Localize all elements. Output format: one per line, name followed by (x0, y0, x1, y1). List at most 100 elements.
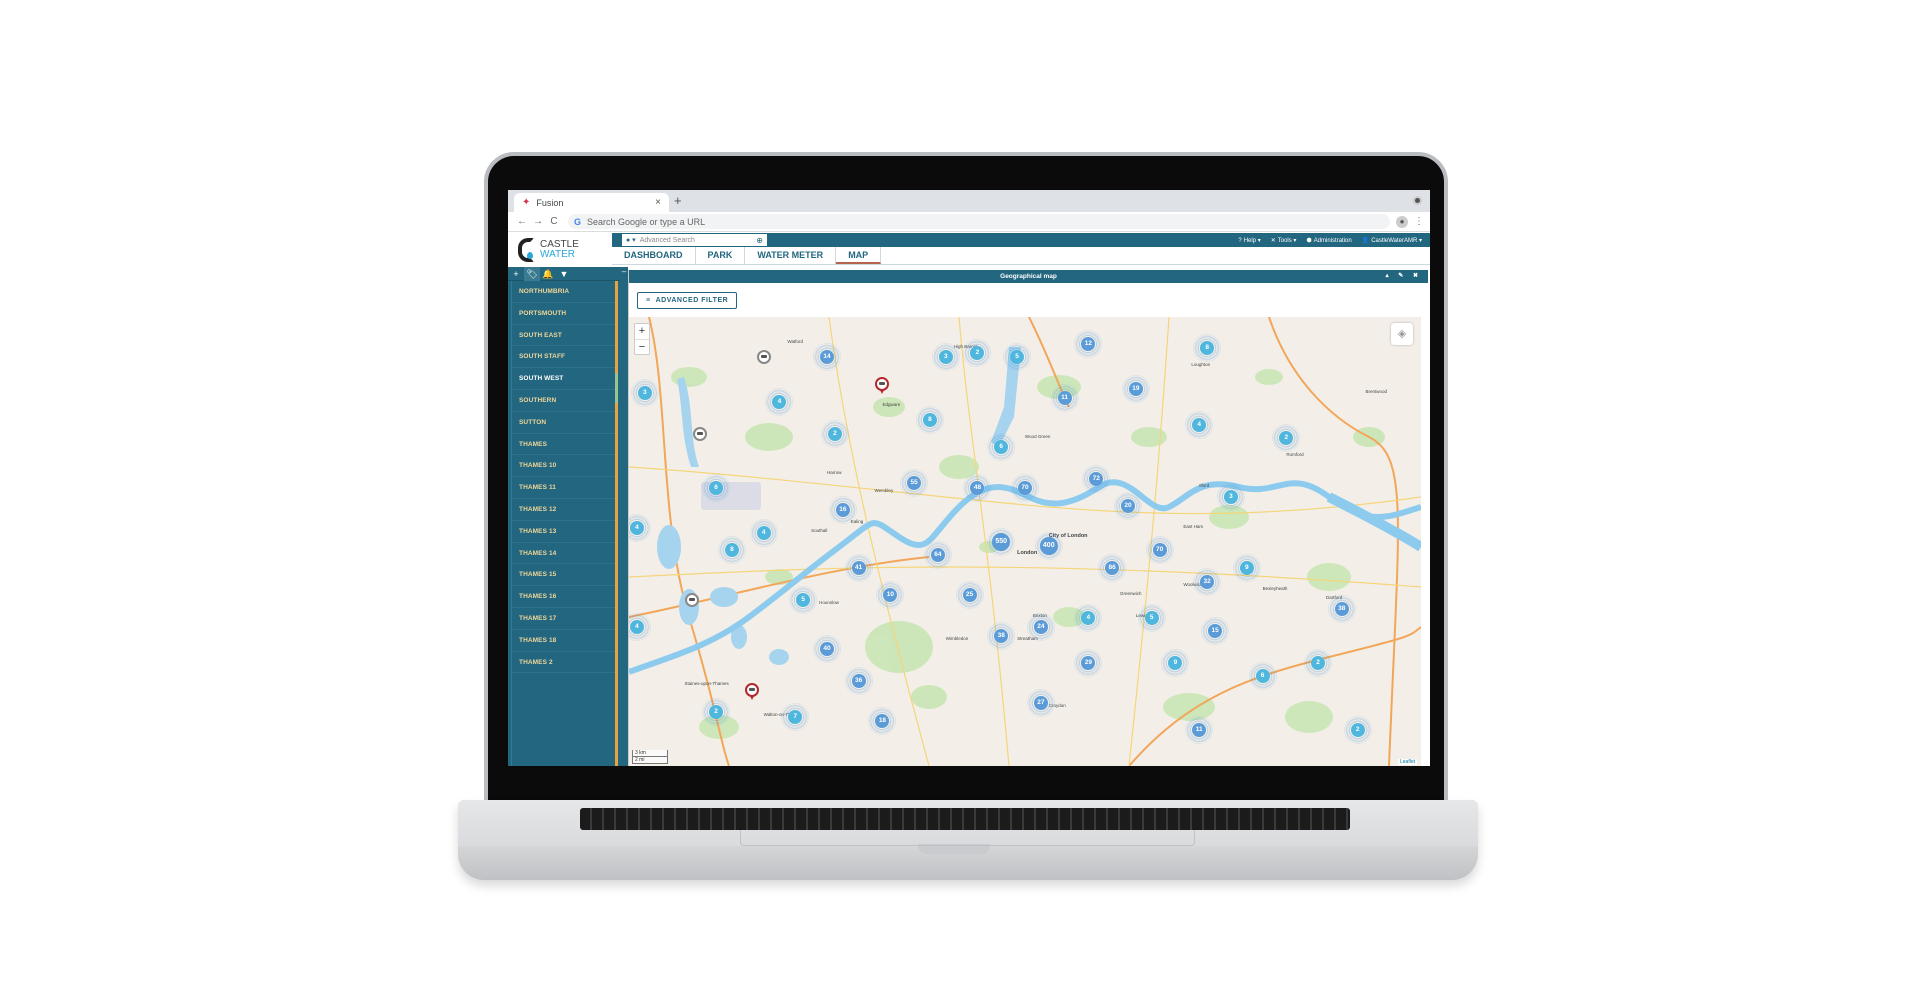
sidebar-scroll-thumb[interactable] (615, 373, 618, 403)
profile-icon[interactable]: ● (1396, 215, 1408, 228)
tag-dropdown-icon[interactable]: ● ▾ (626, 236, 636, 244)
sidebar-item[interactable]: THAMES 2 (512, 652, 615, 674)
map-cluster-marker[interactable]: 6 (1248, 662, 1277, 691)
map-cluster-marker[interactable]: 5 (1137, 603, 1166, 632)
map-place-label: Greenwich (1120, 590, 1142, 596)
map-cluster-marker[interactable]: 2 (820, 419, 849, 448)
browser-menu-icon[interactable]: ⋮ (1414, 216, 1424, 227)
map-cluster-marker[interactable]: 5 (789, 585, 818, 614)
map-cluster-marker[interactable]: 7 (781, 702, 810, 731)
sidebar-item[interactable]: SOUTH STAFF (512, 346, 615, 369)
map-canvas[interactable]: WatfordEdgwareHigh BarnetHarrowWembleySo… (629, 317, 1421, 766)
map-cluster-marker[interactable]: 6 (702, 473, 731, 502)
tab-map[interactable]: MAP (836, 247, 882, 264)
add-icon[interactable]: + (508, 267, 524, 281)
map-cluster-marker[interactable]: 41 (844, 554, 873, 583)
sidebar-item[interactable]: THAMES 15 (512, 564, 615, 587)
administration-menu[interactable]: ⬢ Administration (1306, 237, 1351, 244)
bell-icon[interactable]: 🔔 (540, 267, 556, 281)
map-cluster-marker[interactable]: 38 (1327, 594, 1356, 623)
map-cluster-marker[interactable]: 70 (1011, 473, 1039, 502)
sidebar-item[interactable]: THAMES 10 (512, 455, 615, 478)
map-cluster-marker[interactable]: 2 (1304, 648, 1333, 677)
address-bar-placeholder: Search Google or type a URL (587, 216, 706, 227)
meter-alert-pin-icon[interactable] (744, 682, 759, 700)
map-cluster-marker[interactable]: 72 (1082, 464, 1111, 493)
tab-water-meter[interactable]: WATER METER (745, 247, 837, 264)
user-menu[interactable]: 👤 CastleWaterAMR ▾ (1362, 237, 1422, 244)
cluster-count: 19 (1128, 381, 1143, 396)
map-place-label: London (1017, 550, 1038, 557)
map-cluster-marker[interactable]: 70 (1145, 536, 1174, 565)
sidebar-item[interactable]: THAMES 13 (512, 521, 615, 543)
sidebar-item[interactable]: THAMES 12 (512, 499, 615, 521)
layers-icon[interactable]: ◈ (1391, 323, 1413, 345)
map-cluster-marker[interactable]: 24 (1026, 612, 1055, 641)
sidebar-item[interactable]: SUTTON (512, 412, 615, 434)
sidebar-item[interactable]: THAMES 11 (512, 477, 615, 499)
new-tab-button[interactable]: + (674, 193, 682, 208)
cluster-count: 6 (1255, 669, 1270, 684)
back-icon[interactable]: ← (514, 216, 530, 227)
browser-window-control-icon[interactable] (1413, 196, 1422, 205)
help-menu[interactable]: ? Help ▾ (1238, 237, 1260, 244)
map-cluster-marker[interactable]: 27 (1026, 689, 1055, 718)
map-cluster-marker[interactable]: 550 (987, 527, 1016, 556)
map-cluster-marker[interactable]: 64 (923, 540, 952, 569)
map-cluster-marker[interactable]: 25 (955, 581, 984, 610)
close-tab-icon[interactable]: × (655, 197, 661, 208)
address-bar[interactable]: G Search Google or type a URL (568, 214, 1390, 229)
browser-tab[interactable]: ✦ Fusion × (514, 193, 669, 212)
map-cluster-marker[interactable]: 38 (987, 621, 1016, 650)
sidebar-item[interactable]: THAMES (512, 434, 615, 456)
map-cluster-marker[interactable]: 36 (844, 666, 873, 695)
zoom-out-button[interactable]: − (635, 339, 649, 354)
reload-icon[interactable]: C (546, 216, 562, 227)
sidebar-item[interactable]: SOUTH WEST (512, 368, 615, 390)
tag-icon[interactable]: 🏷 (524, 266, 540, 281)
map-cluster-marker[interactable]: 20 (1113, 491, 1142, 520)
cluster-count: 9 (1239, 561, 1254, 576)
map-cluster-marker[interactable]: 4 (1185, 410, 1214, 439)
map-cluster-marker[interactable]: 16 (828, 496, 857, 525)
collapse-sidebar-button[interactable]: – (620, 267, 628, 277)
map-cluster-marker[interactable]: 11 (1050, 383, 1079, 412)
map-cluster-marker[interactable]: 400 (1034, 531, 1063, 560)
map-cluster-marker[interactable]: 3 (630, 379, 659, 408)
sidebar-item[interactable]: SOUTHERN (512, 390, 615, 412)
map-attribution[interactable]: Leaflet (1397, 759, 1417, 765)
map-cluster-marker[interactable]: 2 (1343, 716, 1372, 745)
tab-dashboard[interactable]: DASHBOARD (612, 247, 696, 264)
sidebar-item[interactable]: THAMES 17 (512, 608, 615, 630)
zoom-in-button[interactable]: + (635, 324, 649, 339)
map-cluster-marker[interactable]: 9 (1161, 648, 1190, 677)
map-cluster-marker[interactable]: 4 (749, 518, 778, 547)
sidebar-item[interactable]: NORTHUMBRIA (512, 281, 615, 303)
map-cluster-marker[interactable]: 48 (963, 473, 992, 502)
sidebar-item[interactable]: SOUTH EAST (512, 325, 615, 347)
sidebar-item[interactable]: THAMES 14 (512, 543, 615, 565)
tools-menu[interactable]: ✕ Tools ▾ (1271, 237, 1297, 244)
sidebar-item[interactable]: THAMES 18 (512, 630, 615, 652)
forward-icon[interactable]: → (530, 216, 546, 227)
meter-pin-icon[interactable] (756, 350, 771, 365)
meter-pin-icon[interactable] (693, 426, 708, 441)
panel-controls[interactable]: ▴ ✎ ✖ (1386, 270, 1422, 283)
advanced-search-input[interactable]: ● ▾ Advanced Search ⊕ (622, 234, 767, 246)
map-cluster-marker[interactable]: 19 (1121, 374, 1150, 403)
panel-header: Geographical map ▴ ✎ ✖ (629, 270, 1428, 283)
sidebar-item[interactable]: THAMES 16 (512, 586, 615, 608)
search-icon[interactable]: ⊕ (756, 236, 763, 245)
map-cluster-marker[interactable]: 4 (1074, 603, 1103, 632)
map-cluster-marker[interactable]: 29 (1074, 648, 1103, 677)
filter-icon[interactable]: ▼ (556, 267, 572, 281)
cluster-count: 9 (1168, 655, 1183, 670)
castle-water-logo[interactable]: CASTLE WATER (516, 235, 616, 265)
tab-park[interactable]: PARK (696, 247, 746, 264)
map-cluster-marker[interactable]: 9 (1232, 554, 1261, 583)
sidebar-scrollbar[interactable] (615, 281, 618, 766)
map-cluster-marker[interactable]: 3 (1216, 482, 1245, 511)
sidebar-item[interactable]: PORTSMOUTH (512, 303, 615, 325)
advanced-filter-button[interactable]: ≡ ADVANCED FILTER (637, 292, 738, 309)
map-cluster-marker[interactable]: 32 (1193, 567, 1222, 596)
